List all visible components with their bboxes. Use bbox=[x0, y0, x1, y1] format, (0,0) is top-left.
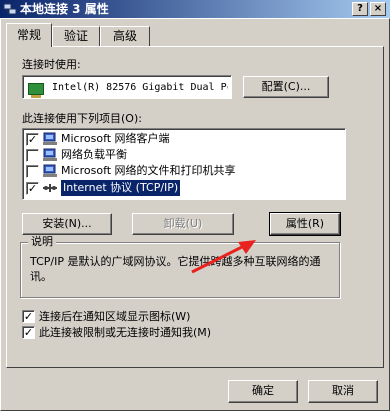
uninstall-button[interactable]: 卸载(U) bbox=[132, 213, 234, 235]
show-icon-option[interactable]: ✓ 连接后在通知区域显示图标(W) bbox=[22, 310, 190, 323]
notify-label: 此连接被限制或无连接时通知我(M) bbox=[39, 326, 212, 339]
network-adapter-icon bbox=[28, 83, 44, 98]
tab-advanced[interactable]: 高级 bbox=[100, 26, 150, 46]
description-text: TCP/IP 是默认的广域网协议。它提供跨越多种互联网络的通讯。 bbox=[30, 255, 321, 283]
network-connection-icon bbox=[3, 2, 17, 16]
tab-general[interactable]: 常规 bbox=[6, 23, 52, 47]
window-title: 本地连接 3 属性 bbox=[20, 2, 109, 16]
checkbox-unchecked[interactable] bbox=[26, 148, 39, 162]
ok-button[interactable]: 确定 bbox=[228, 380, 298, 403]
install-button[interactable]: 安装(N)... bbox=[22, 213, 112, 235]
checkbox-checked[interactable]: ✓ bbox=[22, 326, 35, 339]
checkbox-unchecked[interactable] bbox=[26, 164, 39, 178]
checkbox-checked[interactable]: ✓ bbox=[26, 132, 39, 146]
items-label: 此连接使用下列项目(O): bbox=[22, 112, 142, 125]
checkbox-checked[interactable]: ✓ bbox=[22, 310, 35, 323]
properties-button[interactable]: 属性(R) bbox=[269, 212, 341, 236]
configure-button[interactable]: 配置(C)... bbox=[243, 76, 329, 98]
list-item-label: Internet 协议 (TCP/IP) bbox=[61, 180, 181, 196]
network-client-icon bbox=[42, 164, 58, 178]
list-item[interactable]: ✓ Microsoft 网络客户端 bbox=[26, 131, 170, 147]
description-title: 说明 bbox=[28, 235, 56, 248]
list-item-label: Microsoft 网络客户端 bbox=[61, 132, 170, 145]
tab-authentication[interactable]: 验证 bbox=[52, 26, 100, 46]
list-item-label: 网络负载平衡 bbox=[61, 148, 127, 161]
notify-option[interactable]: ✓ 此连接被限制或无连接时通知我(M) bbox=[22, 326, 211, 339]
list-item[interactable]: 网络负载平衡 bbox=[26, 147, 127, 163]
network-client-icon bbox=[42, 148, 58, 162]
list-item-label: Microsoft 网络的文件和打印机共享 bbox=[61, 164, 236, 177]
list-item-selected[interactable]: ✓ Internet 协议 (TCP/IP) bbox=[26, 180, 181, 196]
help-button[interactable]: ? bbox=[352, 2, 368, 16]
title-bar[interactable]: 本地连接 3 属性 ? × bbox=[0, 0, 390, 18]
cancel-button[interactable]: 取消 bbox=[308, 380, 378, 403]
adapter-name: Intel(R) 82576 Gigabit Dual Pc bbox=[52, 82, 228, 93]
show-icon-label: 连接后在通知区域显示图标(W) bbox=[39, 310, 191, 323]
protocol-icon bbox=[42, 181, 58, 195]
network-client-icon bbox=[42, 132, 58, 146]
checkbox-checked[interactable]: ✓ bbox=[26, 181, 39, 195]
annotation-arrow-icon bbox=[191, 240, 256, 274]
list-item[interactable]: Microsoft 网络的文件和打印机共享 bbox=[26, 163, 236, 179]
close-button[interactable]: × bbox=[370, 2, 386, 16]
connect-using-label: 连接时使用: bbox=[22, 58, 81, 71]
